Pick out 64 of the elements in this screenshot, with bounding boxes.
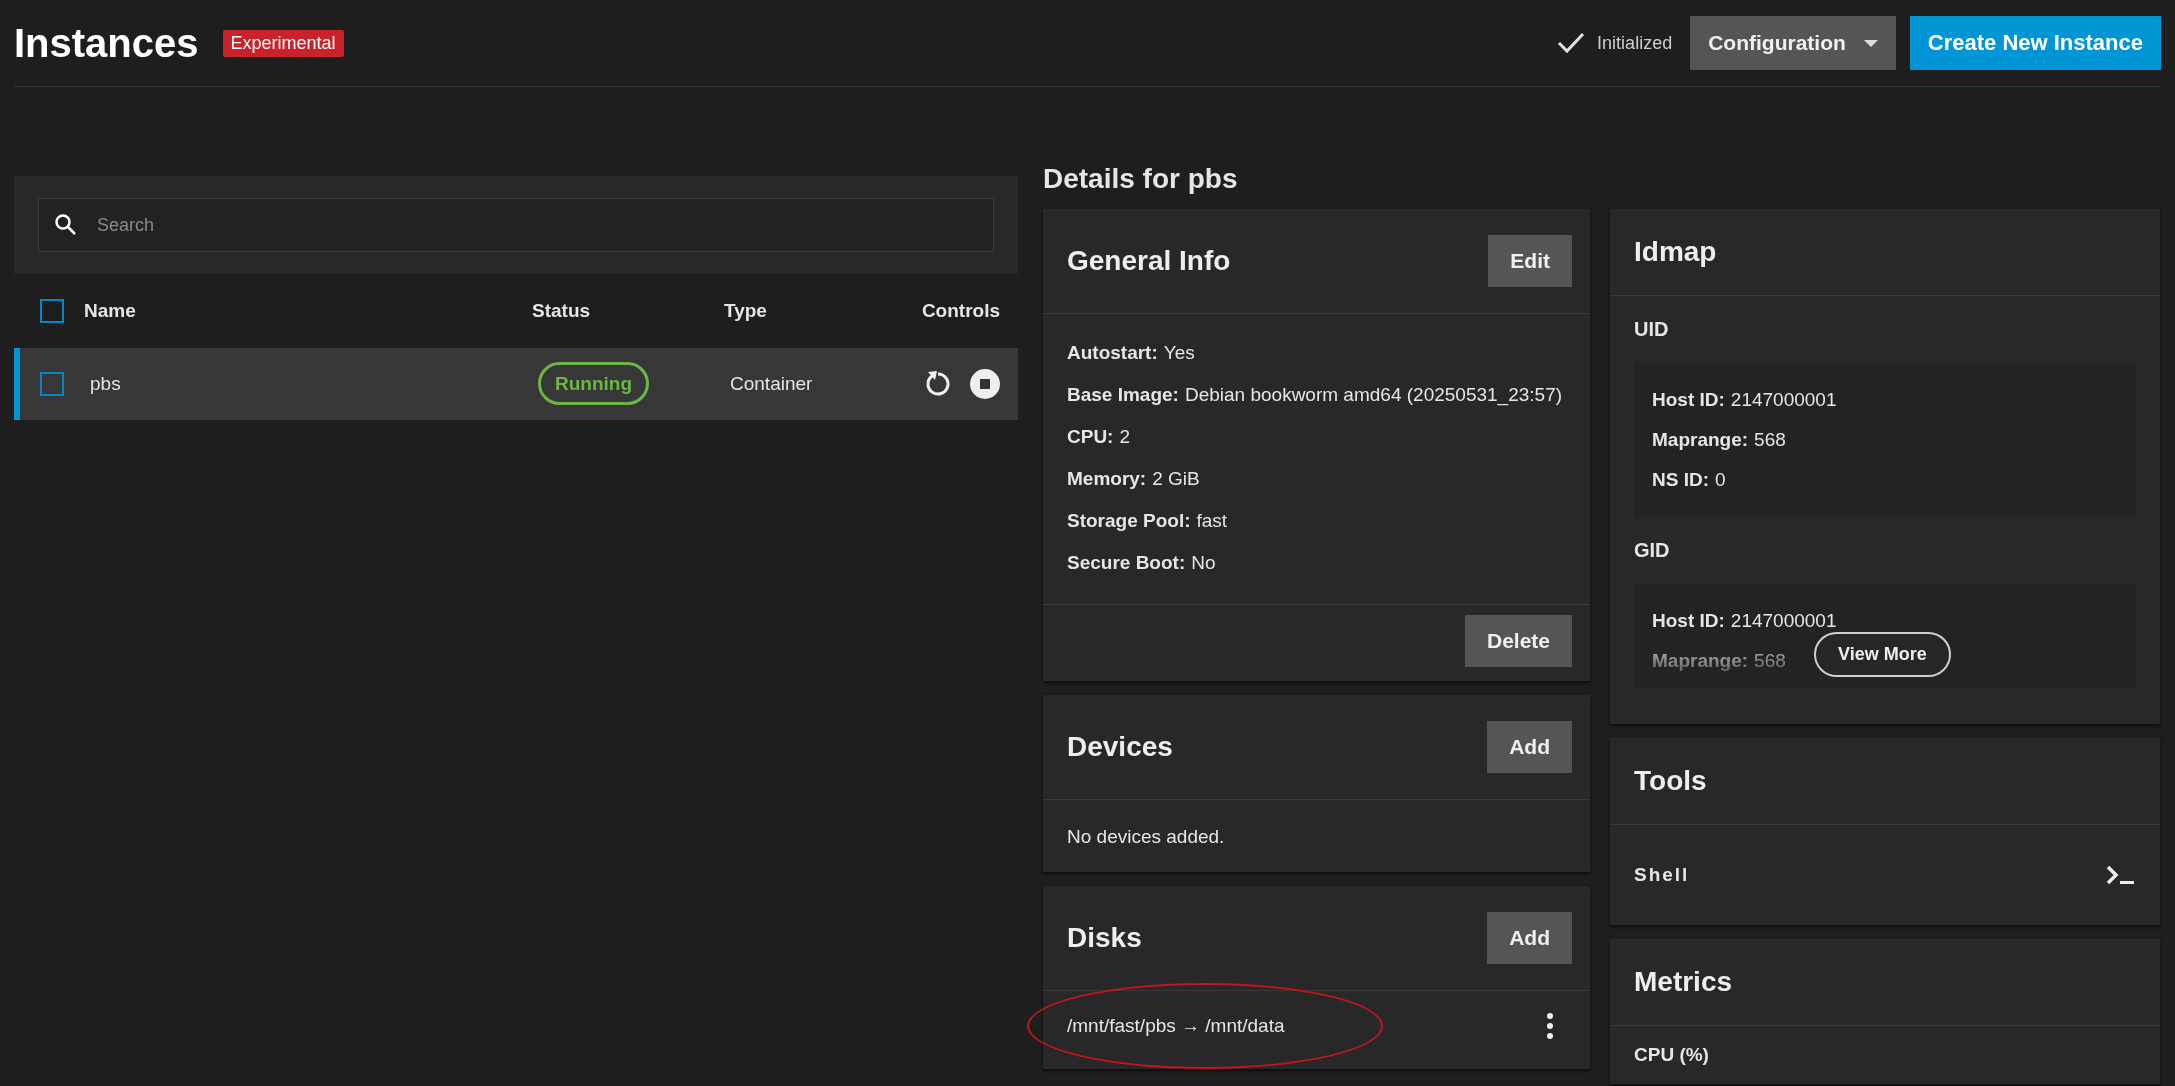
field-value: 2147000001 xyxy=(1730,389,1837,410)
page-title: Instances xyxy=(14,20,199,66)
column-header[interactable]: Name xyxy=(84,300,532,322)
field-value: 2 GiB xyxy=(1152,468,1200,489)
field-label: Base Image: xyxy=(1067,384,1179,405)
section-title: GID xyxy=(1634,539,1671,562)
stop-button[interactable] xyxy=(970,369,1000,399)
stop-icon xyxy=(970,369,1000,399)
caret-icon xyxy=(1863,39,1878,47)
field-label: Host ID: xyxy=(1652,389,1725,410)
field-value: 568 xyxy=(1754,429,1786,450)
field-label: Storage Pool: xyxy=(1067,510,1191,531)
restart-button[interactable] xyxy=(924,370,952,398)
status-text: Initialized xyxy=(1597,32,1673,54)
card-title: Disks xyxy=(1067,922,1142,954)
field-value: fast xyxy=(1196,510,1228,531)
field-value: 568 xyxy=(1754,650,1786,671)
column-header[interactable]: Type xyxy=(724,300,904,322)
card-title: Tools xyxy=(1634,765,1707,797)
field-value: Yes xyxy=(1163,342,1195,363)
field-value: Debian bookworm amd64 (20250531_23:57) xyxy=(1184,384,1563,405)
card-title: Devices xyxy=(1067,731,1173,763)
column-header[interactable]: Controls xyxy=(904,300,1018,322)
edit-button[interactable]: Edit xyxy=(1488,235,1572,287)
field-label: Maprange: xyxy=(1652,650,1749,671)
configuration-button[interactable]: Configuration xyxy=(1690,16,1896,70)
empty-message: No devices added. xyxy=(1066,825,1226,849)
section-title: UID xyxy=(1634,318,1670,341)
instance-row[interactable]: pbs Running Container xyxy=(14,348,1018,420)
status-badge: Running xyxy=(538,362,650,405)
field-label: Host ID: xyxy=(1652,610,1725,631)
field-value: 0 xyxy=(1715,469,1726,490)
disk-mapping: /mnt/fast/pbs → /mnt/data xyxy=(1067,1015,1285,1037)
metric-label: CPU (%) xyxy=(1633,1043,1710,1067)
field-label: Autostart: xyxy=(1067,342,1158,363)
delete-button[interactable]: Delete xyxy=(1464,615,1572,667)
table-cell-text: Container xyxy=(730,373,814,395)
restart-icon xyxy=(924,370,952,398)
tool-label: Shell xyxy=(1634,864,1690,886)
search-field[interactable]: Search xyxy=(38,198,994,252)
select-all-checkbox[interactable] xyxy=(40,299,64,323)
more-icon xyxy=(1546,1013,1554,1039)
check-icon xyxy=(1557,31,1586,55)
column-header[interactable]: Status xyxy=(532,300,724,322)
tool-item[interactable]: Shell xyxy=(1610,825,2160,925)
field-label: CPU: xyxy=(1067,426,1114,447)
row-checkbox[interactable] xyxy=(40,372,64,396)
field-value: No xyxy=(1191,552,1216,573)
card-title: Idmap xyxy=(1634,236,1717,268)
field-value: 2 xyxy=(1119,426,1131,447)
field-label: Secure Boot: xyxy=(1067,552,1186,573)
card-title: General Info xyxy=(1067,245,1231,277)
field-label: Maprange: xyxy=(1652,429,1749,450)
add-button[interactable]: Add xyxy=(1487,721,1572,773)
view-more-button[interactable]: View More xyxy=(1814,632,1951,677)
table-cell-text: pbs xyxy=(90,373,122,395)
field-value: 2147000001 xyxy=(1730,610,1837,631)
field-label: NS ID: xyxy=(1652,469,1709,490)
add-button[interactable]: Add xyxy=(1487,912,1572,964)
details-title: Details for pbs xyxy=(1043,162,1239,196)
field-label: Memory: xyxy=(1067,468,1147,489)
terminal-icon xyxy=(2106,864,2136,886)
card-title: Metrics xyxy=(1634,966,1733,998)
experimental-badge: Experimental xyxy=(222,29,344,57)
